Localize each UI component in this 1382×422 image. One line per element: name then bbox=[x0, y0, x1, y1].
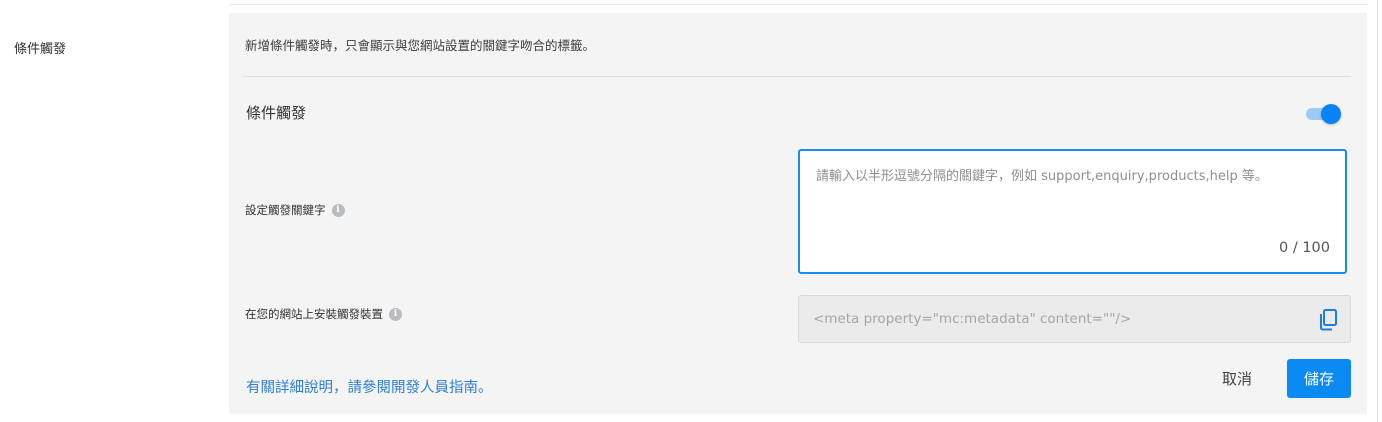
meta-tag-code-field: <meta property="mc:metadata" content=""/… bbox=[798, 295, 1351, 343]
save-button[interactable]: 儲存 bbox=[1287, 359, 1351, 398]
conditional-trigger-panel: 新增條件觸發時，只會顯示與您網站設置的關鍵字吻合的標籤。 條件觸發 設定觸發關鍵… bbox=[229, 13, 1367, 414]
install-label-text: 在您的網站上安裝觸發裝置 bbox=[245, 307, 383, 321]
install-field-label: 在您的網站上安裝觸發裝置 i bbox=[245, 306, 402, 322]
info-icon[interactable]: i bbox=[331, 203, 345, 217]
info-icon[interactable]: i bbox=[389, 307, 402, 321]
character-counter: 0 / 100 bbox=[1278, 240, 1330, 256]
right-edge-divider bbox=[1377, 0, 1378, 422]
keywords-placeholder: 請輸入以半形逗號分隔的關鍵字，例如 support,enquiry,produc… bbox=[816, 169, 1268, 184]
panel-description: 新增條件觸發時，只會顯示與您網站設置的關鍵字吻合的標籤。 bbox=[245, 38, 596, 53]
toggle-label: 條件觸發 bbox=[246, 104, 307, 122]
conditional-trigger-toggle[interactable] bbox=[1304, 104, 1341, 124]
section-label: 條件觸發 bbox=[14, 42, 67, 57]
meta-tag-code: <meta property="mc:metadata" content=""/… bbox=[813, 311, 1132, 327]
keywords-field-label: 設定觸發關鍵字 i bbox=[245, 202, 345, 218]
developer-guide-link[interactable]: 有關詳細說明，請參閱開發人員指南。 bbox=[246, 376, 493, 397]
copy-icon[interactable] bbox=[1317, 308, 1339, 332]
keywords-label-text: 設定觸發關鍵字 bbox=[245, 203, 326, 217]
top-divider bbox=[229, 4, 1368, 5]
cancel-button[interactable]: 取消 bbox=[1209, 366, 1265, 390]
settings-page: 條件觸發 新增條件觸發時，只會顯示與您網站設置的關鍵字吻合的標籤。 條件觸發 設… bbox=[0, 0, 1382, 422]
toggle-knob bbox=[1321, 104, 1341, 124]
keywords-textarea[interactable]: 請輸入以半形逗號分隔的關鍵字，例如 support,enquiry,produc… bbox=[798, 149, 1347, 274]
panel-divider bbox=[243, 76, 1351, 77]
